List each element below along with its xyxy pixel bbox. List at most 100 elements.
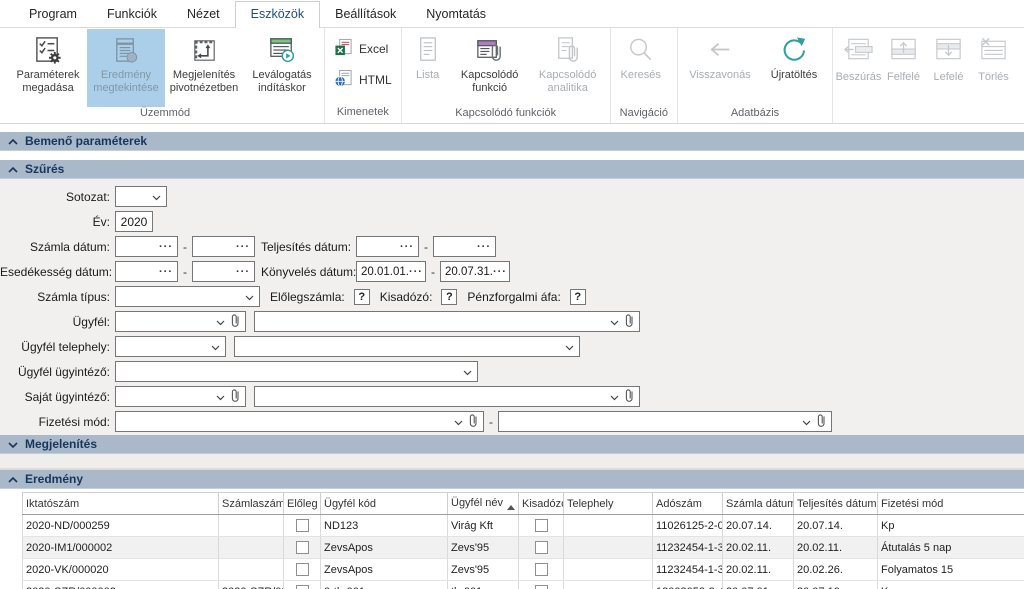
table-header-row: Iktatószám Számlaszám Előleg Ügyfél kód …: [23, 493, 1024, 515]
kapcsolodo-funkcio-button[interactable]: Kapcsolódó funkció: [451, 29, 529, 107]
date-picker-dots[interactable]: ···: [400, 241, 414, 253]
eloleg-checkbox[interactable]: [296, 541, 309, 554]
ujratoltes-button[interactable]: Újratöltés: [759, 29, 829, 107]
button-label: Visszavonás: [689, 69, 751, 82]
delete-row-icon: [978, 36, 1009, 67]
date-picker-dots[interactable]: ···: [409, 266, 423, 278]
tab-nezet[interactable]: Nézet: [172, 2, 235, 27]
date-picker-dots[interactable]: ···: [159, 266, 173, 278]
paperclip-icon[interactable]: [624, 388, 634, 406]
ugyfel-nev-select[interactable]: [254, 311, 640, 332]
fizetesi-mod-from-select[interactable]: [115, 411, 484, 432]
szamla-datum-to-input[interactable]: ···: [192, 236, 255, 257]
column-header-ugyfel-kod[interactable]: Ügyfél kód: [321, 493, 448, 515]
paperclip-icon[interactable]: [230, 388, 240, 406]
chevron-down-icon: [454, 415, 463, 429]
kisadozo-tristate-checkbox[interactable]: ?: [441, 289, 457, 305]
elolegszamla-tristate-checkbox[interactable]: ?: [354, 289, 370, 305]
section-header-eredmeny[interactable]: Eredmény: [0, 470, 1024, 489]
megjelenites-pivotnezetben-button[interactable]: Megjelenítés pivotnézetben: [165, 29, 243, 107]
kereses-button: Keresés: [614, 29, 668, 107]
column-header-szamla-datuma[interactable]: Számla dátuma: [723, 493, 794, 515]
table-row[interactable]: 2020-VK/000020 ZevsApos Zevs'95 11232454…: [23, 559, 1024, 581]
eloleg-checkbox[interactable]: [296, 519, 309, 532]
date-picker-dots[interactable]: ···: [493, 266, 507, 278]
ribbon-group-rowtools: Beszúrás Felfelé Lefelé: [833, 28, 1019, 123]
chevron-down-icon: [565, 340, 574, 354]
eloleg-checkbox[interactable]: [296, 585, 309, 589]
kisadozo-checkbox[interactable]: [535, 541, 548, 554]
esedekesseg-datum-to-input[interactable]: ···: [192, 261, 255, 282]
excel-export-button[interactable]: Excel: [334, 38, 392, 60]
beszuras-button: Beszúrás: [836, 29, 881, 83]
column-header-adoszam[interactable]: Adószám: [653, 493, 723, 515]
paperclip-icon[interactable]: [816, 413, 826, 431]
column-header-telephely[interactable]: Telephely: [564, 493, 653, 515]
column-header-eloleg[interactable]: Előleg: [284, 493, 321, 515]
result-table: Iktatószám Számlaszám Előleg Ügyfél kód …: [22, 492, 1024, 589]
table-row[interactable]: 2020-IM1/000002 ZevsApos Zevs'95 1123245…: [23, 537, 1024, 559]
parameterek-megadasa-button[interactable]: Paraméterek megadása: [9, 29, 87, 107]
section-header-bemeno-parameterek[interactable]: Bemenő paraméterek: [0, 132, 1024, 151]
tab-funkciok[interactable]: Funkciók: [92, 2, 172, 27]
sajat-ugyintezo-kod-select[interactable]: [115, 386, 246, 407]
paperclip-icon[interactable]: [230, 313, 240, 331]
esedekesseg-datum-from-input[interactable]: ···: [115, 261, 178, 282]
levalogatas-inditaskor-button[interactable]: Leválogatás indításkor: [243, 29, 321, 107]
column-header-teljesites-datuma[interactable]: Teljesítés dátuma: [794, 493, 878, 515]
teljesites-datum-from-input[interactable]: ···: [356, 236, 419, 257]
ugyfel-kod-select[interactable]: [115, 311, 246, 332]
column-header-fizetesi-mod[interactable]: Fizetési mód: [878, 493, 1024, 515]
ev-input[interactable]: 2020: [115, 211, 153, 232]
tab-program[interactable]: Program: [14, 2, 92, 27]
section-title: Megjelenítés: [25, 437, 97, 451]
eloleg-checkbox[interactable]: [296, 563, 309, 576]
ugyfel-ugyintezo-select[interactable]: [115, 361, 478, 382]
section-header-szures[interactable]: Szűrés: [0, 160, 1024, 179]
sajat-ugyintezo-nev-select[interactable]: [254, 386, 640, 407]
tab-nyomtatas[interactable]: Nyomtatás: [411, 2, 501, 27]
button-label: Felfelé: [887, 71, 920, 83]
kisadozo-checkbox[interactable]: [535, 563, 548, 576]
result-table-icon: [111, 34, 142, 67]
sajat-ugyintezo-label: Saját ügyintéző:: [0, 390, 110, 404]
date-picker-dots[interactable]: ···: [477, 241, 491, 253]
kisadozo-checkbox[interactable]: [535, 585, 548, 589]
column-header-szamlaszam[interactable]: Számlaszám: [219, 493, 284, 515]
checklist-gear-icon: [33, 34, 64, 67]
eredmeny-megtekintese-button[interactable]: Eredmény megtekintése: [87, 29, 165, 107]
section-title: Szűrés: [25, 162, 64, 176]
ugyfel-telephely-nev-select[interactable]: [234, 336, 580, 357]
fizetesi-mod-to-select[interactable]: [498, 411, 832, 432]
date-picker-dots[interactable]: ···: [159, 241, 173, 253]
penzforgalmi-afa-tristate-checkbox[interactable]: ?: [570, 289, 586, 305]
tab-beallitasok[interactable]: Beállítások: [320, 2, 411, 27]
szamla-tipus-select[interactable]: [115, 286, 260, 307]
html-export-button[interactable]: HTML: [334, 69, 392, 91]
undo-arrow-icon: [704, 34, 735, 67]
column-header-ugyfel-nev[interactable]: Ügyfél név: [448, 493, 519, 515]
paperclip-icon[interactable]: [624, 313, 634, 331]
column-header-iktatoszam[interactable]: Iktatószám: [23, 493, 219, 515]
paperclip-icon[interactable]: [468, 413, 478, 431]
szamla-datum-from-input[interactable]: ···: [115, 236, 178, 257]
kisadozo-checkbox[interactable]: [535, 519, 548, 532]
table-row[interactable]: 2020-SZR/000002 2020-SZR/00000 0-th-001 …: [23, 581, 1024, 589]
date-picker-dots[interactable]: ···: [236, 241, 250, 253]
konyveles-datum-from-input[interactable]: 20.01.01.···: [356, 261, 426, 282]
column-header-kisadozo[interactable]: Kisadózó: [519, 493, 564, 515]
ugyfel-telephely-kod-select[interactable]: [115, 336, 226, 357]
table-row[interactable]: 2020-ND/000259 ND123 Virág Kft 11026125-…: [23, 515, 1024, 537]
range-separator: -: [183, 265, 187, 279]
button-label: Megjelenítés pivotnézetben: [165, 69, 243, 95]
section-header-megjelenites[interactable]: Megjelenítés: [0, 435, 1024, 454]
refresh-icon: [778, 34, 809, 67]
felfele-button: Felfelé: [881, 29, 926, 83]
teljesites-datum-to-input[interactable]: ···: [433, 236, 496, 257]
date-picker-dots[interactable]: ···: [236, 266, 250, 278]
tab-eszkozok[interactable]: Eszközök: [235, 1, 321, 28]
sorozat-select[interactable]: [115, 186, 167, 207]
konyveles-datum-to-input[interactable]: 20.07.31.···: [440, 261, 510, 282]
torles-button: Törlés: [971, 29, 1016, 83]
kapcsolodo-analitika-button: Kapcsolódó analitika: [529, 29, 607, 107]
